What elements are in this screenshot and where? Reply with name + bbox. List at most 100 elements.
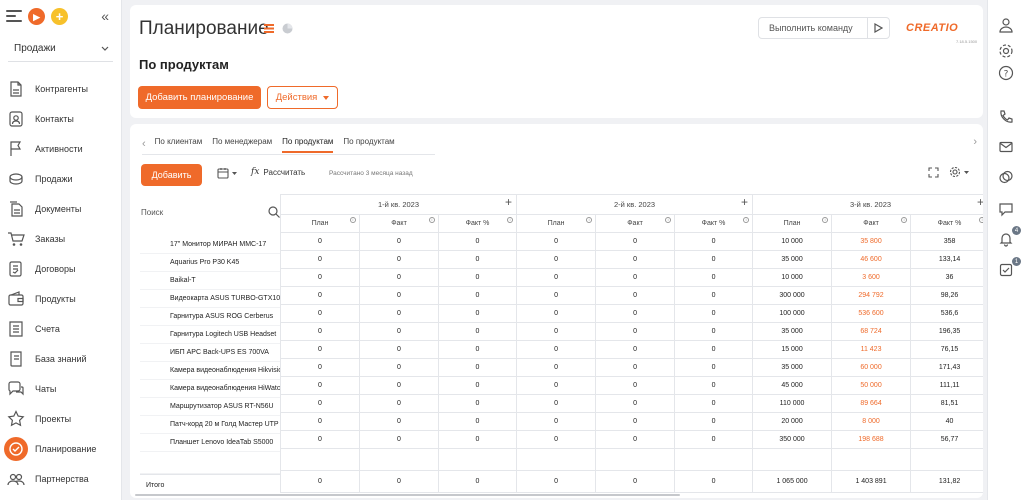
sidebar-item[interactable]: Партнерства bbox=[0, 464, 121, 494]
grid-settings-button[interactable] bbox=[949, 166, 969, 178]
grid-cell[interactable]: 196,35 bbox=[910, 322, 983, 341]
grid-cell[interactable]: 0 bbox=[359, 232, 439, 251]
grid-cell[interactable]: 15 000 bbox=[752, 340, 833, 359]
grid-cell[interactable]: 11 423 bbox=[831, 340, 912, 359]
grid-cell[interactable]: 0 bbox=[516, 286, 597, 305]
grid-cell[interactable]: 110 000 bbox=[752, 394, 833, 413]
period-select[interactable] bbox=[217, 167, 237, 179]
info-icon[interactable]: i bbox=[507, 217, 514, 223]
grid-cell[interactable]: 0 bbox=[516, 470, 597, 493]
grid-cell[interactable]: 0 bbox=[595, 232, 676, 251]
grid-cell[interactable]: 0 bbox=[359, 286, 439, 305]
grid-cell[interactable]: 0 bbox=[437, 286, 518, 305]
product-name[interactable]: Планшет Lenovo IdeaTab S5000 bbox=[140, 434, 280, 452]
grid-cell[interactable]: 76,15 bbox=[910, 340, 983, 359]
grid-cell[interactable]: 10 000 bbox=[752, 232, 833, 251]
grid-cell[interactable]: 0 bbox=[674, 250, 754, 269]
add-planning-button[interactable]: Добавить планирование bbox=[138, 86, 261, 109]
sidebar-item[interactable]: Контакты bbox=[0, 104, 121, 134]
grid-cell[interactable]: 0 bbox=[674, 430, 754, 449]
grid-cell[interactable]: 0 bbox=[359, 412, 439, 431]
grid-cell[interactable]: 0 bbox=[437, 250, 518, 269]
command-run-button[interactable] bbox=[867, 18, 889, 38]
grid-cell[interactable]: 111,11 bbox=[910, 376, 983, 395]
tab-by-managers[interactable]: По менеджерам bbox=[212, 135, 272, 153]
grid-cell[interactable]: 0 bbox=[516, 394, 597, 413]
sidebar-item[interactable]: Проекты bbox=[0, 404, 121, 434]
add-button[interactable]: Добавить bbox=[141, 164, 202, 186]
grid-cell[interactable]: 0 bbox=[359, 250, 439, 269]
grid-cell[interactable]: 0 bbox=[595, 286, 676, 305]
grid-cell[interactable]: 0 bbox=[674, 412, 754, 431]
menu-icon[interactable] bbox=[6, 10, 22, 22]
grid-cell[interactable]: 0 bbox=[516, 376, 597, 395]
product-name[interactable]: Камера видеонаблюдения HiWatch bbox=[140, 380, 280, 398]
grid-cell[interactable]: 45 000 bbox=[752, 376, 833, 395]
phone-icon[interactable] bbox=[997, 108, 1015, 126]
fullscreen-icon[interactable] bbox=[928, 166, 939, 178]
grid-cell[interactable]: 0 bbox=[437, 232, 518, 251]
sidebar-item[interactable]: Планирование bbox=[0, 434, 121, 464]
sidebar-item[interactable]: Продажи bbox=[0, 164, 121, 194]
grid-cell[interactable]: 0 bbox=[280, 304, 360, 323]
product-name[interactable]: Aquarius Pro P30 K45 bbox=[140, 254, 280, 272]
email-icon[interactable] bbox=[997, 138, 1015, 156]
grid-cell[interactable]: 1 403 891 bbox=[831, 470, 912, 493]
collapse-sidebar-icon[interactable]: « bbox=[101, 8, 109, 24]
grid-cell[interactable]: 0 bbox=[437, 430, 518, 449]
grid-cell[interactable]: 0 bbox=[595, 358, 676, 377]
grid-cell[interactable]: 0 bbox=[437, 322, 518, 341]
grid-cell[interactable]: 536,6 bbox=[910, 304, 983, 323]
grid-cell[interactable]: 0 bbox=[674, 376, 754, 395]
chat-icon[interactable] bbox=[997, 200, 1015, 218]
grid-cell[interactable]: 0 bbox=[280, 430, 360, 449]
product-name[interactable]: Гарнитура ASUS ROG Cerberus bbox=[140, 308, 280, 326]
feed-icon[interactable] bbox=[997, 168, 1015, 186]
profile-icon[interactable] bbox=[997, 16, 1015, 34]
grid-cell[interactable]: 0 bbox=[359, 394, 439, 413]
sidebar-item[interactable]: Документы bbox=[0, 194, 121, 224]
grid-cell[interactable]: 0 bbox=[280, 232, 360, 251]
grid-cell[interactable]: 0 bbox=[516, 412, 597, 431]
grid-cell[interactable]: 35 000 bbox=[752, 250, 833, 269]
grid-cell[interactable]: 0 bbox=[674, 340, 754, 359]
grid-cell[interactable]: 10 000 bbox=[752, 268, 833, 287]
grid-cell[interactable]: 46 600 bbox=[831, 250, 912, 269]
sidebar-item[interactable]: Чаты bbox=[0, 374, 121, 404]
tabs-scroll-left-icon[interactable]: ‹ bbox=[142, 138, 146, 150]
grid-cell[interactable]: 0 bbox=[437, 304, 518, 323]
grid-cell[interactable]: 0 bbox=[437, 376, 518, 395]
grid-cell[interactable]: 358 bbox=[910, 232, 983, 251]
product-name[interactable]: Патч-корд 20 м Голд Мастер UTP bbox=[140, 416, 280, 434]
info-icon[interactable]: i bbox=[665, 217, 672, 223]
grid-cell[interactable]: 0 bbox=[595, 430, 676, 449]
grid-cell[interactable]: 131,82 bbox=[910, 470, 983, 493]
sidebar-item[interactable]: Заказы bbox=[0, 224, 121, 254]
grid-cell[interactable]: 98,26 bbox=[910, 286, 983, 305]
grid-cell[interactable]: 171,43 bbox=[910, 358, 983, 377]
grid-cell[interactable]: 0 bbox=[516, 340, 597, 359]
grid-cell[interactable]: 0 bbox=[595, 268, 676, 287]
grid-cell[interactable]: 300 000 bbox=[752, 286, 833, 305]
grid-cell[interactable]: 0 bbox=[359, 340, 439, 359]
notifications-icon[interactable]: 4 bbox=[997, 226, 1021, 248]
tab-by-products[interactable]: По продуктам bbox=[282, 135, 334, 153]
sidebar-item[interactable]: Продукты bbox=[0, 284, 121, 314]
add-icon[interactable]: + bbox=[51, 7, 68, 25]
grid-cell[interactable]: 0 bbox=[359, 470, 439, 493]
actions-button[interactable]: Действия bbox=[267, 86, 338, 109]
grid-cell[interactable]: 0 bbox=[280, 268, 360, 287]
grid-cell[interactable]: 0 bbox=[595, 250, 676, 269]
grid-cell[interactable]: 0 bbox=[280, 340, 360, 359]
grid-cell[interactable]: 0 bbox=[280, 470, 360, 493]
command-line[interactable]: Выполнить команду bbox=[758, 17, 890, 39]
grid-cell[interactable]: 20 000 bbox=[752, 412, 833, 431]
grid-cell[interactable]: 0 bbox=[674, 470, 754, 493]
grid-cell[interactable]: 0 bbox=[280, 322, 360, 341]
grid-cell[interactable]: 0 bbox=[674, 268, 754, 287]
grid-cell[interactable]: 0 bbox=[359, 430, 439, 449]
sidebar-item[interactable]: Счета bbox=[0, 314, 121, 344]
grid-cell[interactable]: 35 000 bbox=[752, 322, 833, 341]
add-period-icon[interactable]: + bbox=[505, 196, 512, 208]
grid-cell[interactable]: 35 800 bbox=[831, 232, 912, 251]
